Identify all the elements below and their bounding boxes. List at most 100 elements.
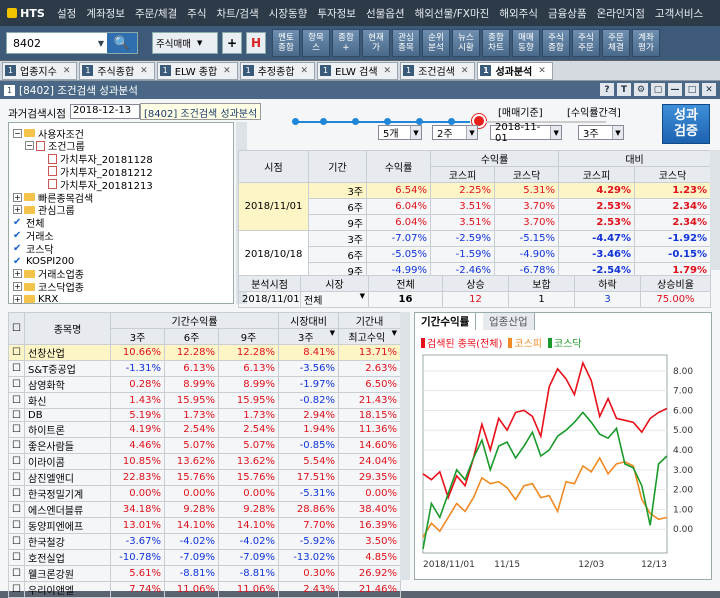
toolbar-button[interactable]: 뉴스 시황 [452, 29, 480, 57]
table-row[interactable]: ☐ 한국정밀기계 0.00% 0.00% 0.00% -5.31% 0.00% [8, 485, 402, 502]
window-tab[interactable]: 1 업종지수 ✕ [2, 61, 78, 80]
window-tab[interactable]: 1 추정종합 ✕ [239, 61, 316, 80]
toolbar-button[interactable]: 순위 분석 [422, 29, 450, 57]
table-row[interactable]: ☐ S&T중공업 -1.31% 6.13% 6.13% -3.56% 2.63% [8, 360, 402, 377]
menu-item[interactable]: 설정 [52, 6, 81, 21]
row-checkbox[interactable]: ☐ [8, 421, 25, 438]
code-dropdown-icon[interactable]: ▼ [95, 39, 107, 48]
select-all-checkbox[interactable]: ☐ [8, 312, 25, 345]
close-icon[interactable]: ✕ [538, 66, 546, 76]
close-icon[interactable]: ✕ [140, 66, 148, 76]
window-tab[interactable]: 1 주식종합 ✕ [79, 61, 155, 80]
table-row[interactable]: 6주 -5.05% -1.59% -4.90% -3.46% -0.15% [239, 246, 712, 263]
menu-item[interactable]: 주식 [182, 6, 211, 21]
table-row[interactable]: ☐ 에스엔더블류 34.18% 9.28% 9.28% 28.86% 38.40% [8, 501, 402, 518]
window-tab[interactable]: 1 성과분석 ✕ [477, 61, 553, 80]
window-control-icon[interactable]: — [668, 83, 682, 96]
tab-industry[interactable]: 업종산업 [483, 313, 535, 330]
toolbar-button[interactable]: 현재 가 [362, 29, 390, 57]
tree-item[interactable]: ✔ KOSPI200 [13, 255, 74, 267]
table-row[interactable]: ☐ 화신 1.43% 15.95% 15.95% -0.82% 21.43% [8, 392, 402, 409]
table-row[interactable]: ☐ 웰크론강원 5.61% -8.81% -8.81% 0.30% 26.92% [8, 565, 402, 582]
row-checkbox[interactable]: ☐ [8, 549, 25, 566]
perf-scrollbar[interactable] [710, 150, 720, 270]
tree-item[interactable]: + KRX [13, 293, 58, 305]
row-checkbox[interactable]: ☐ [8, 453, 25, 470]
tree-item[interactable]: 가치투자_20181212 [37, 165, 153, 179]
menu-item[interactable]: 주문/체결 [130, 6, 182, 21]
add-icon[interactable]: + [222, 32, 242, 54]
table-row[interactable]: ☐ 삼진엘앤디 22.83% 15.76% 15.76% 17.51% 29.35% [8, 469, 402, 486]
close-icon[interactable]: ✕ [223, 66, 231, 76]
row-checkbox[interactable]: ☐ [8, 533, 25, 550]
toolbar-button[interactable]: 멘토 종합 [272, 29, 300, 57]
table-row[interactable]: 2018/10/18 3주 -7.07% -2.59% -5.15% -4.47% -1.9… [238, 230, 712, 279]
summary-date[interactable]: 2018/11/01 ▼ [238, 291, 301, 308]
tree-item[interactable]: + 관심그룹 [13, 204, 75, 217]
row-checkbox[interactable]: ☐ [8, 581, 25, 598]
close-icon[interactable]: ✕ [384, 66, 392, 76]
window-control-icon[interactable]: ✕ [702, 83, 716, 96]
col-max-return[interactable]: 최고수익 ▼ [338, 328, 402, 345]
toolbar-button[interactable]: 종합 차트 [482, 29, 510, 57]
slider-node[interactable] [384, 118, 391, 125]
toolbar-button[interactable]: 주식 주문 [572, 29, 600, 57]
row-checkbox[interactable]: ☐ [8, 376, 25, 393]
table-row[interactable]: ☐ 이라이콤 10.85% 13.62% 13.62% 5.54% 24.04% [8, 453, 402, 470]
window-control-icon[interactable]: T [617, 83, 631, 96]
row-checkbox[interactable]: ☐ [8, 344, 25, 361]
toolbar-button[interactable]: 주문 체결 [602, 29, 630, 57]
expand-icon[interactable]: + [13, 294, 22, 304]
row-checkbox[interactable]: ☐ [8, 485, 25, 502]
past-date-input[interactable]: 2018-12-13 [70, 104, 140, 119]
base-date-select[interactable]: 2018-11-01 ▼ [490, 122, 562, 144]
order-type-select[interactable]: 주식매매 ▼ [152, 32, 218, 54]
row-checkbox[interactable]: ☐ [8, 501, 25, 518]
expand-icon[interactable]: + [13, 192, 22, 202]
perf-verify-button[interactable]: 성과 검증 [662, 104, 710, 144]
window-control-icon[interactable]: □ [685, 83, 699, 96]
row-checkbox[interactable]: ☐ [8, 469, 25, 486]
window-tab[interactable]: 1 ELW 검색 ✕ [317, 61, 399, 80]
close-icon[interactable]: ✕ [461, 66, 469, 76]
tree-item[interactable]: − 조건그룹 [25, 140, 85, 153]
slider-node[interactable] [352, 118, 359, 125]
toolbar-button[interactable]: 매매 동향 [512, 29, 540, 57]
table-row[interactable]: ☐ DB 5.19% 1.73% 1.73% 2.94% 18.15% [8, 408, 402, 422]
window-control-icon[interactable]: ▢ [651, 83, 665, 96]
close-icon[interactable]: ✕ [301, 66, 309, 76]
table-row[interactable]: 9주 6.04% 3.51% 3.70% 2.53% 2.34% [239, 214, 712, 231]
toolbar-button[interactable]: 관심 종목 [392, 29, 420, 57]
row-checkbox[interactable]: ☐ [8, 408, 25, 422]
tree-item[interactable]: ✔ 전체 [13, 217, 44, 230]
tab-period-return[interactable]: 기간수익률 [415, 313, 477, 330]
stock-scrollbar[interactable] [400, 312, 410, 580]
toolbar-button[interactable]: 항목 스 [302, 29, 330, 57]
collapse-icon[interactable]: − [25, 141, 34, 151]
stock-code-input[interactable] [7, 36, 95, 50]
table-row[interactable]: ☐ 한국철강 -3.67% -4.02% -4.02% -5.92% 3.50% [8, 533, 402, 550]
menu-item[interactable]: 투자정보 [312, 6, 361, 21]
collapse-icon[interactable]: − [13, 128, 22, 138]
toolbar-button[interactable]: 계좌 평가 [632, 29, 660, 57]
expand-icon[interactable]: + [13, 282, 22, 292]
menu-item[interactable]: 온라인지점 [592, 6, 650, 21]
table-row[interactable]: ☐ 선창산업 10.66% 12.28% 12.28% 8.41% 13.71% [8, 344, 402, 361]
menu-item[interactable]: 해외주식 [494, 6, 543, 21]
row-checkbox[interactable]: ☐ [8, 517, 25, 534]
table-row[interactable]: 6주 6.04% 3.51% 3.70% 2.53% 2.34% [239, 198, 712, 215]
window-tab[interactable]: 1 조건검색 ✕ [400, 61, 476, 80]
tree-item[interactable]: − 사용자조건 [13, 127, 84, 141]
menu-item[interactable]: 차트/검색 [211, 6, 263, 21]
table-row[interactable]: ☐ 하이트론 4.19% 2.54% 2.54% 1.94% 11.36% [8, 421, 402, 438]
row-checkbox[interactable]: ☐ [8, 565, 25, 582]
menu-item[interactable]: 금융상품 [543, 6, 592, 21]
tree-item[interactable]: + 코스닥업종 [13, 281, 84, 294]
expand-icon[interactable]: + [13, 269, 22, 279]
row-checkbox[interactable]: ☐ [8, 360, 25, 377]
menu-item[interactable]: 선물옵션 [361, 6, 410, 21]
col-compare-3w[interactable]: 3주 ▼ [278, 328, 340, 345]
menu-item[interactable]: 고객서비스 [650, 6, 708, 21]
table-row[interactable]: ☐ 동양피엔에프 13.01% 14.10% 14.10% 7.70% 16.39% [8, 517, 402, 534]
toolbar-button[interactable]: 종합 + [332, 29, 360, 57]
